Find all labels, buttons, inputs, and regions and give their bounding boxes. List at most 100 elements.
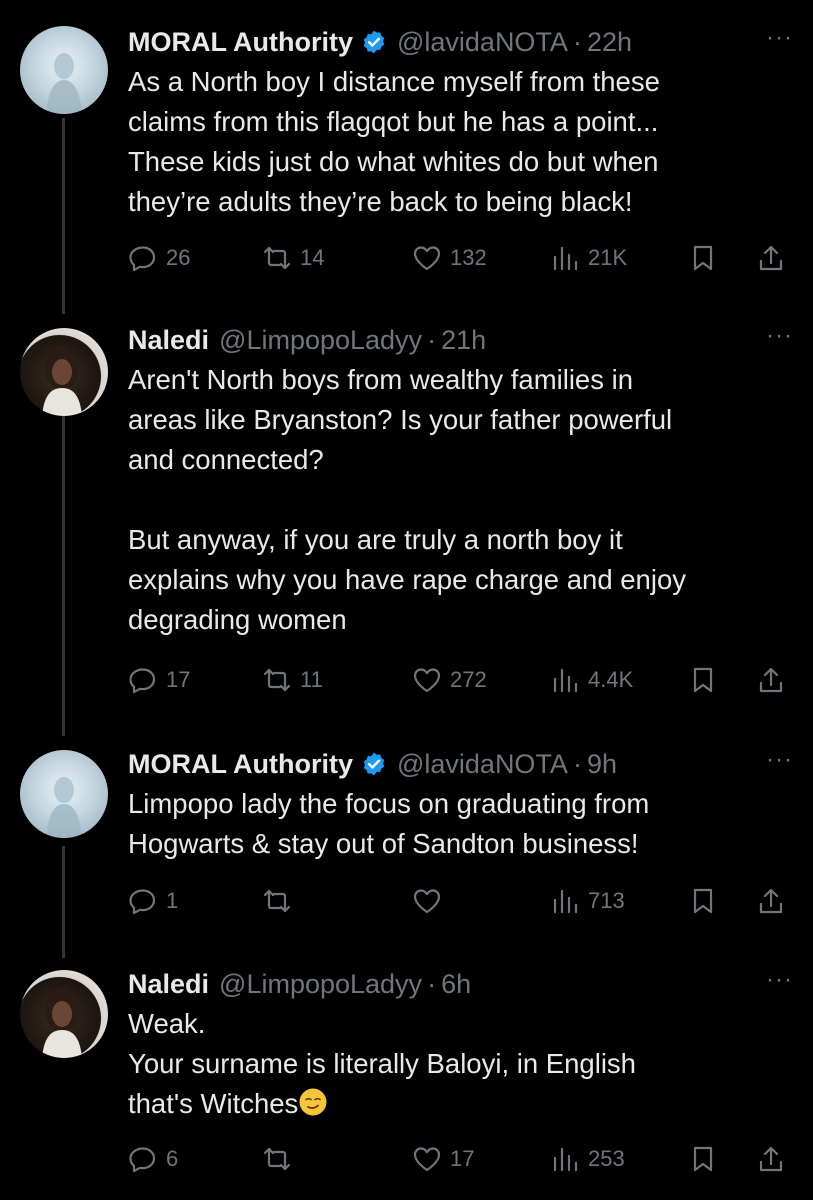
heart-icon bbox=[413, 889, 441, 914]
display-name[interactable]: MORAL Authority bbox=[128, 749, 353, 780]
user-handle[interactable]: @LimpopoLadyy bbox=[219, 325, 422, 356]
repost-icon bbox=[263, 889, 291, 913]
share-button[interactable] bbox=[756, 1141, 786, 1177]
like-count: 132 bbox=[450, 245, 487, 270]
reply-count: 26 bbox=[166, 245, 191, 270]
views-button[interactable]: 713 bbox=[550, 883, 625, 919]
view-count: 713 bbox=[588, 888, 625, 913]
heart-icon bbox=[413, 1147, 441, 1172]
timestamp[interactable]: 9h bbox=[587, 749, 617, 780]
share-icon bbox=[759, 1146, 783, 1172]
tweet-header: Naledi @LimpopoLadyy · 6h bbox=[128, 966, 793, 1002]
separator-dot: · bbox=[427, 968, 437, 999]
share-button[interactable] bbox=[756, 662, 786, 698]
reply-icon bbox=[129, 668, 156, 694]
views-button[interactable]: 253 bbox=[550, 1141, 625, 1177]
repost-icon bbox=[263, 1147, 291, 1171]
more-options-icon[interactable]: ··· bbox=[766, 966, 793, 994]
heart-icon bbox=[413, 246, 441, 271]
like-button[interactable]: 17 bbox=[412, 1141, 474, 1177]
bookmark-icon bbox=[693, 888, 713, 914]
like-count: 272 bbox=[450, 667, 487, 692]
separator-dot: · bbox=[572, 26, 582, 57]
views-icon bbox=[553, 1147, 578, 1172]
more-options-icon[interactable]: ··· bbox=[766, 746, 793, 774]
action-bar: 26 14 132 21K bbox=[128, 240, 793, 276]
share-icon bbox=[759, 667, 783, 693]
smirking-face-emoji-icon bbox=[299, 1088, 327, 1116]
avatar[interactable] bbox=[20, 26, 108, 114]
repost-count: 11 bbox=[300, 667, 323, 692]
views-icon bbox=[553, 246, 578, 271]
repost-icon bbox=[263, 246, 291, 270]
views-button[interactable]: 4.4K bbox=[550, 662, 633, 698]
bookmark-button[interactable] bbox=[688, 1141, 718, 1177]
tweet-text: Aren't North boys from wealthy families … bbox=[128, 364, 687, 635]
tweet-header: MORAL Authority @lavidaNOTA · 9h bbox=[128, 746, 793, 782]
bookmark-icon bbox=[693, 1146, 713, 1172]
avatar[interactable] bbox=[20, 328, 108, 416]
verified-badge-icon bbox=[363, 752, 385, 776]
reply-icon bbox=[129, 246, 156, 272]
avatar[interactable] bbox=[20, 750, 108, 838]
more-options-icon[interactable]: ··· bbox=[766, 24, 793, 52]
tweet[interactable]: MORAL Authority @lavidaNOTA · 22h ··· As… bbox=[0, 24, 813, 284]
action-bar: 6 17 253 bbox=[128, 1141, 793, 1177]
repost-button[interactable] bbox=[262, 883, 292, 919]
tweet-header: Naledi @LimpopoLadyy · 21h bbox=[128, 322, 793, 358]
view-count: 4.4K bbox=[588, 667, 634, 692]
user-handle[interactable]: @lavidaNOTA bbox=[397, 749, 568, 780]
like-button[interactable] bbox=[412, 883, 442, 919]
bookmark-icon bbox=[693, 667, 713, 693]
separator-dot: · bbox=[427, 324, 437, 355]
timestamp[interactable]: 22h bbox=[587, 27, 632, 58]
views-icon bbox=[553, 668, 578, 693]
tweet-text: Weak. Your surname is literally Baloyi, … bbox=[128, 1004, 793, 1124]
reply-icon bbox=[129, 1147, 156, 1173]
share-button[interactable] bbox=[756, 240, 786, 276]
reply-button[interactable]: 1 bbox=[128, 883, 178, 919]
reply-icon bbox=[129, 889, 156, 915]
repost-button[interactable]: 14 bbox=[262, 240, 324, 276]
tweet-text: As a North boy I distance myself from th… bbox=[128, 66, 660, 217]
verified-badge-icon bbox=[363, 30, 385, 54]
user-handle[interactable]: @LimpopoLadyy bbox=[219, 969, 422, 1000]
reply-button[interactable]: 26 bbox=[128, 240, 190, 276]
repost-count: 14 bbox=[300, 245, 325, 270]
share-icon bbox=[759, 888, 783, 914]
reply-button[interactable]: 17 bbox=[128, 662, 190, 698]
reply-count: 17 bbox=[166, 667, 191, 692]
tweet[interactable]: MORAL Authority @lavidaNOTA · 9h ··· Lim… bbox=[0, 746, 813, 926]
tweet-text-content: Weak. Your surname is literally Baloyi, … bbox=[128, 1008, 636, 1119]
tweet-header: MORAL Authority @lavidaNOTA · 22h bbox=[128, 24, 793, 60]
repost-icon bbox=[263, 668, 291, 692]
timestamp[interactable]: 6h bbox=[441, 969, 471, 1000]
more-options-icon[interactable]: ··· bbox=[766, 322, 793, 350]
reply-button[interactable]: 6 bbox=[128, 1141, 178, 1177]
action-bar: 1 713 bbox=[128, 883, 793, 919]
timestamp[interactable]: 21h bbox=[441, 325, 486, 356]
like-button[interactable]: 272 bbox=[412, 662, 487, 698]
bookmark-button[interactable] bbox=[688, 883, 718, 919]
share-button[interactable] bbox=[756, 883, 786, 919]
tweet[interactable]: Naledi @LimpopoLadyy · 21h ··· Aren't No… bbox=[0, 322, 813, 712]
tweet[interactable]: Naledi @LimpopoLadyy · 6h ··· Weak. Your… bbox=[0, 966, 813, 1186]
view-count: 21K bbox=[588, 245, 628, 270]
heart-icon bbox=[413, 668, 441, 693]
separator-dot: · bbox=[572, 748, 582, 779]
display-name[interactable]: Naledi bbox=[128, 969, 209, 1000]
views-icon bbox=[553, 889, 578, 914]
display-name[interactable]: MORAL Authority bbox=[128, 27, 353, 58]
like-count: 17 bbox=[450, 1146, 475, 1171]
bookmark-button[interactable] bbox=[688, 662, 718, 698]
tweet-text: Limpopo lady the focus on graduating fro… bbox=[128, 788, 650, 859]
bookmark-button[interactable] bbox=[688, 240, 718, 276]
reply-count: 6 bbox=[166, 1146, 179, 1171]
user-handle[interactable]: @lavidaNOTA bbox=[397, 27, 568, 58]
avatar[interactable] bbox=[20, 970, 108, 1058]
display-name[interactable]: Naledi bbox=[128, 325, 209, 356]
repost-button[interactable]: 11 bbox=[262, 662, 323, 698]
repost-button[interactable] bbox=[262, 1141, 292, 1177]
views-button[interactable]: 21K bbox=[550, 240, 627, 276]
like-button[interactable]: 132 bbox=[412, 240, 487, 276]
